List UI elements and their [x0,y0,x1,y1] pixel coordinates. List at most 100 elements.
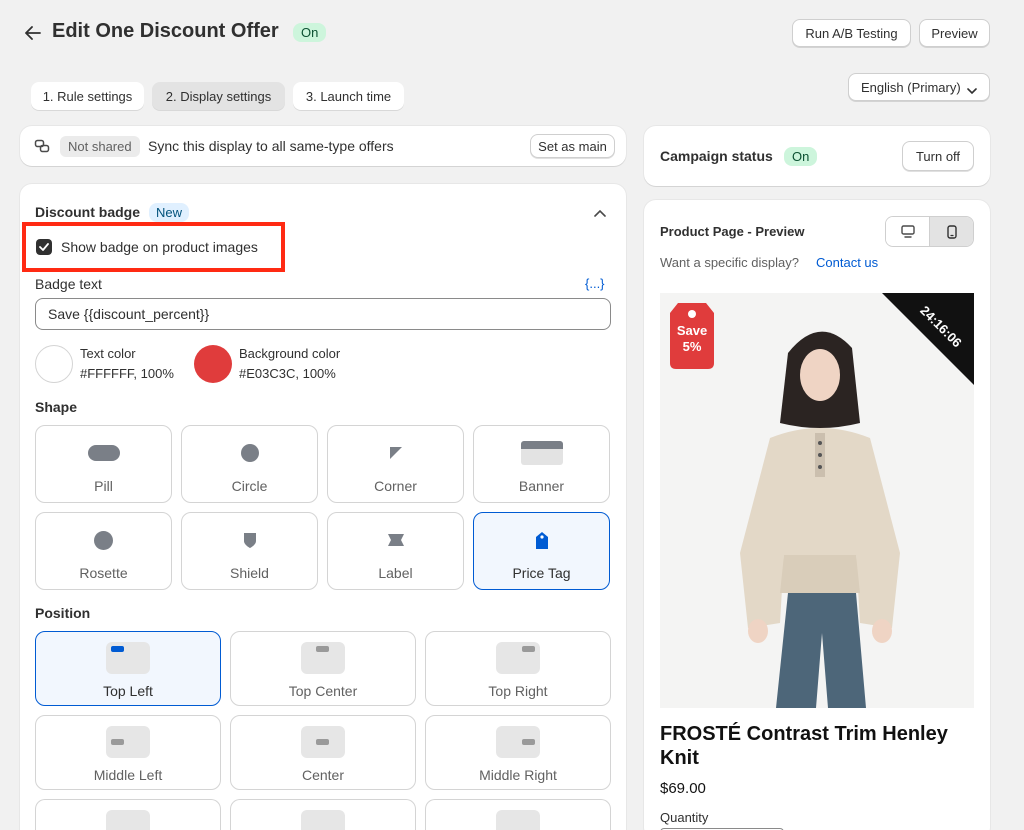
discount-badge-title: Discount badge [35,204,141,220]
shape-option-corner[interactable]: Corner [327,425,464,503]
shape-option-label: Corner [374,478,417,494]
badge-line-save: Save [676,323,708,338]
quantity-label: Quantity [660,810,709,825]
set-as-main-button[interactable]: Set as main [530,134,615,158]
language-selector[interactable]: English (Primary) [848,73,990,101]
preview-hint: Want a specific display? [660,255,799,270]
shape-option-label: Shield [230,565,269,581]
text-color-label: Text color [80,346,136,361]
shape-title: Shape [35,399,78,415]
variable-picker-link[interactable]: {...} [585,276,605,291]
position-preview [301,810,345,830]
position-option-top-right[interactable]: Top Right [425,631,611,706]
position-option-label: Top Center [288,683,358,699]
badge-text-input[interactable] [35,298,611,330]
position-option-label: Center [301,767,345,783]
background-color-value: #E03C3C, 100% [239,366,336,381]
product-image: Save 5% 24:16:06 [660,293,974,708]
position-option-label: Top Right [488,683,548,699]
show-badge-label: Show badge on product images [61,239,258,255]
preview-title: Product Page - Preview [660,224,805,239]
campaign-status-card: Campaign status On Turn off [644,126,990,186]
back-arrow-icon[interactable] [22,22,44,44]
position-preview [496,810,540,830]
shape-option-label: Pill [94,478,113,494]
background-color-swatch[interactable] [194,345,232,383]
position-title: Position [35,605,91,621]
position-option-center[interactable]: Center [230,715,416,790]
rosette-shape-icon [94,529,113,551]
background-color-label: Background color [239,346,341,361]
chevron-down-icon [967,83,977,98]
contact-us-link[interactable]: Contact us [816,255,878,270]
chevron-up-icon[interactable] [594,204,606,222]
shared-status-pill: Not shared [60,136,140,157]
mobile-icon [946,224,957,239]
position-preview [301,726,345,758]
price-tag-shape-icon [535,529,549,551]
pill-shape-icon [87,442,120,464]
discount-badge-card: Discount badge New Show badge on product… [20,184,626,830]
badge-text-label: Badge text [35,276,102,292]
shape-option-circle[interactable]: Circle [181,425,318,503]
mobile-view-button[interactable] [929,217,973,246]
position-option-label: Middle Left [93,767,163,783]
position-option-middle-left[interactable]: Middle Left [35,715,221,790]
desktop-view-button[interactable] [886,217,929,246]
shape-option-banner[interactable]: Banner [473,425,610,503]
run-ab-testing-button[interactable]: Run A/B Testing [792,19,911,47]
sync-description: Sync this display to all same-type offer… [148,138,394,154]
desktop-icon [900,225,915,238]
label-shape-icon [387,529,405,551]
shape-option-shield[interactable]: Shield [181,512,318,590]
position-option-bottom-right[interactable] [425,799,611,830]
campaign-status-badge: On [784,147,818,166]
product-price: $69.00 [660,780,706,797]
position-option-middle-right[interactable]: Middle Right [425,715,611,790]
product-preview-card: Product Page - Preview Want a specific d… [644,200,990,830]
text-color-value: #FFFFFF, 100% [80,366,174,381]
language-selector-label: English (Primary) [861,79,961,95]
shield-shape-icon [243,529,257,551]
shape-option-price-tag[interactable]: Price Tag [473,512,610,590]
position-option-bottom-center[interactable] [230,799,416,830]
turn-off-button[interactable]: Turn off [902,141,974,171]
shape-option-label-shape[interactable]: Label [327,512,464,590]
preview-button[interactable]: Preview [919,19,990,47]
shape-option-label: Label [378,565,413,581]
page-title: Edit One Discount Offer [52,20,279,42]
link-icon [34,138,50,159]
tab-display-settings[interactable]: 2. Display settings [152,82,285,110]
new-badge: New [149,203,190,222]
shape-option-label: Price Tag [512,565,571,581]
shape-option-label: Rosette [79,565,128,581]
badge-line-percent: 5% [682,339,702,354]
position-option-top-left[interactable]: Top Left [35,631,221,706]
campaign-status-label: Campaign status [660,148,773,164]
banner-shape-icon [520,441,563,465]
checkmark-icon [39,243,49,251]
product-title: FROSTÉ Contrast Trim Henley Knit [660,723,948,769]
circle-shape-icon [240,442,259,464]
position-option-label: Top Left [103,683,153,699]
position-option-bottom-left[interactable] [35,799,221,830]
text-color-swatch[interactable] [35,345,73,383]
position-preview [301,642,345,674]
position-preview [106,810,150,830]
status-badge: On [293,23,327,42]
tab-rule-settings[interactable]: 1. Rule settings [31,82,144,110]
position-preview [106,642,150,674]
tab-launch-time[interactable]: 3. Launch time [293,82,404,110]
position-preview [496,642,540,674]
show-badge-checkbox[interactable] [36,239,52,255]
corner-shape-icon [388,442,404,464]
countdown-corner: 24:16:06 [882,293,974,385]
sync-card: Not shared Sync this display to all same… [20,126,626,166]
shape-option-pill[interactable]: Pill [35,425,172,503]
position-option-top-center[interactable]: Top Center [230,631,416,706]
position-preview [106,726,150,758]
shape-option-label: Circle [231,478,268,494]
device-toggle [885,216,974,247]
position-option-label: Middle Right [479,767,557,783]
shape-option-rosette[interactable]: Rosette [35,512,172,590]
